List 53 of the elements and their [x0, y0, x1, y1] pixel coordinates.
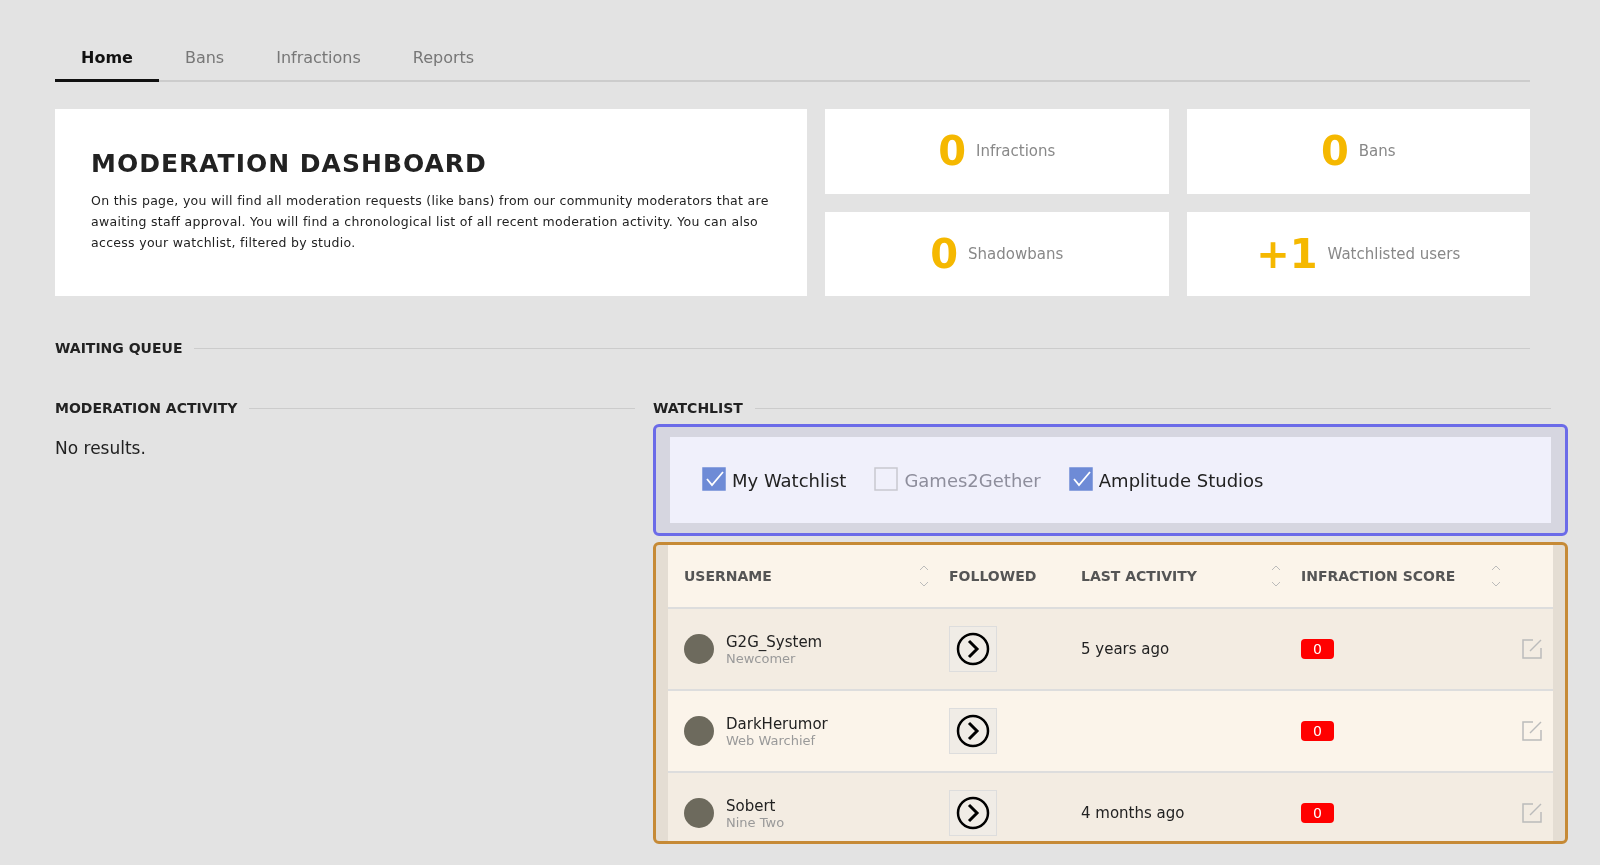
- user-rank: Nine Two: [726, 814, 785, 830]
- nav-tab[interactable]: Infractions: [250, 30, 387, 82]
- section-title: WATCHLIST: [653, 400, 743, 416]
- checkbox-icon[interactable]: [874, 467, 901, 493]
- last-activity: 5 years ago: [1081, 640, 1170, 658]
- intro-paragraph: On this page, you will find all moderation requests (like bans) from our community moderators that are awaiting staff approval. You will find a chronological list of all recent moderation activity. You can also access your watchlist, filtered by studio.: [91, 192, 770, 252]
- stat-value: +1: [1256, 230, 1318, 277]
- user-rank: Newcomer: [726, 650, 796, 666]
- stat-label: Shadowbans: [968, 244, 1064, 263]
- column-header: INFRACTION SCORE: [1301, 568, 1456, 584]
- stat-value: 0: [938, 128, 966, 175]
- chevron-right-circle-icon: [956, 714, 990, 748]
- checkbox-icon[interactable]: [702, 467, 728, 493]
- column-header: USERNAME: [684, 568, 772, 584]
- edit-icon[interactable]: [1521, 638, 1543, 660]
- edit-icon[interactable]: [1521, 802, 1543, 824]
- stat-value: 0: [1320, 128, 1349, 175]
- username[interactable]: G2G_System: [726, 632, 823, 651]
- avatar: [684, 798, 714, 828]
- stat-label: Watchlisted users: [1327, 244, 1461, 263]
- avatar: [684, 634, 714, 664]
- stat-value: 0: [930, 230, 959, 277]
- nav-tab[interactable]: Reports: [386, 30, 501, 82]
- checkbox-icon[interactable]: [1068, 467, 1095, 493]
- page-title: MODERATION DASHBOARD: [91, 149, 488, 178]
- sort-icon[interactable]: [1271, 564, 1281, 588]
- follow-button[interactable]: [949, 790, 997, 836]
- user-rank: Web Warchief: [726, 732, 817, 748]
- section-title: MODERATION ACTIVITY: [55, 400, 238, 416]
- edit-icon[interactable]: [1521, 720, 1543, 742]
- sort-icon[interactable]: [919, 564, 929, 588]
- avatar: [684, 716, 714, 746]
- score-badge: 0: [1301, 721, 1334, 741]
- studio-checkbox[interactable]: My Watchlist: [702, 467, 847, 493]
- stat-label: Infractions: [976, 142, 1056, 161]
- nav-tab[interactable]: Bans: [158, 30, 251, 82]
- studio-checkbox[interactable]: Amplitude Studios: [1068, 467, 1264, 493]
- chevron-right-circle-icon: [956, 796, 990, 830]
- stat-label: Bans: [1358, 142, 1396, 161]
- chevron-right-circle-icon: [956, 632, 990, 666]
- last-activity: 4 months ago: [1081, 804, 1185, 822]
- follow-button[interactable]: [949, 708, 997, 754]
- username[interactable]: Sobert: [726, 796, 785, 815]
- section-title: WAITING QUEUE: [55, 340, 183, 356]
- empty-message: No results.: [55, 438, 147, 458]
- column-header: FOLLOWED: [949, 568, 1037, 584]
- column-header: LAST ACTIVITY: [1081, 568, 1197, 584]
- username[interactable]: DarkHerumor: [726, 714, 828, 733]
- follow-button[interactable]: [949, 626, 997, 672]
- score-badge: 0: [1301, 639, 1334, 659]
- sort-icon[interactable]: [1491, 564, 1501, 588]
- nav-tab[interactable]: Home: [55, 30, 159, 82]
- score-badge: 0: [1301, 803, 1334, 823]
